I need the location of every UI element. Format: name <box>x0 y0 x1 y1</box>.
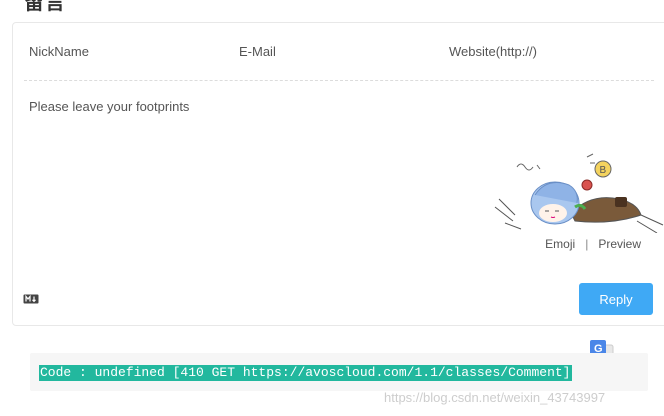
watermark-text: https://blog.csdn.net/weixin_43743997 <box>384 390 606 405</box>
anime-character-illustration: B <box>494 153 664 233</box>
website-input[interactable] <box>444 23 654 80</box>
email-input[interactable] <box>234 23 439 80</box>
tool-separator: | <box>585 237 589 251</box>
preview-button[interactable]: Preview <box>598 237 641 251</box>
comment-meta-row <box>24 23 654 81</box>
reply-button[interactable]: Reply <box>579 283 653 315</box>
comment-tools: Emoji | Preview <box>545 237 641 251</box>
error-message: Code : undefined [410 GET https://avoscl… <box>39 365 572 381</box>
markdown-icon[interactable] <box>23 294 39 304</box>
comment-panel: B Emoji | Preview Reply <box>12 22 664 326</box>
error-message-box: Code : undefined [410 GET https://avoscl… <box>30 353 648 391</box>
nickname-input[interactable] <box>24 23 229 80</box>
page-title: 留言 <box>24 0 66 14</box>
emoji-button[interactable]: Emoji <box>545 237 575 251</box>
svg-text:B: B <box>600 165 607 176</box>
